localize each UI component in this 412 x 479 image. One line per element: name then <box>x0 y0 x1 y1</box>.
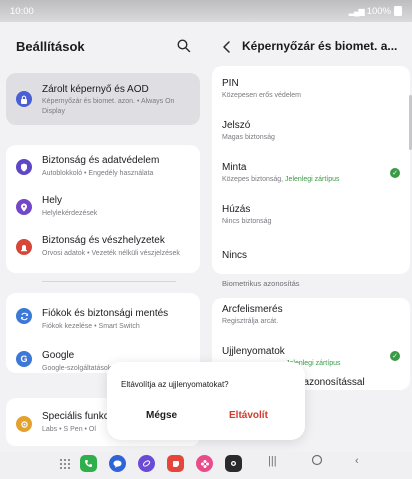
sidebar-item-safety[interactable]: Biztonság és vészhelyzetek Orvosi adatok… <box>6 225 200 271</box>
lock-icon <box>16 91 32 107</box>
shield-icon <box>16 159 32 175</box>
back-arrow-icon[interactable] <box>220 40 234 54</box>
lock-option-label: Nincs <box>222 250 248 261</box>
lock-option-label: PIN <box>222 78 239 89</box>
remove-fingerprints-dialog: Eltávolítja az ujjlenyomatokat? Mégse El… <box>107 362 305 440</box>
gallery-app-icon[interactable] <box>196 455 213 472</box>
lock-option-sub: Nincs biztonság <box>222 218 272 225</box>
divider <box>42 281 176 282</box>
sidebar-item-security[interactable]: Biztonság és adatvédelem Autoblokkoló • … <box>6 145 200 181</box>
navigation-bar: ||| ‹ <box>0 452 412 479</box>
lock-option-pin[interactable]: PIN Közepesen erős védelem <box>212 66 410 106</box>
lock-option-sub: Közepesen erős védelem <box>222 92 301 99</box>
sidebar-item-sub: Orvosi adatok • Vezeték nélküli vészjelz… <box>42 250 180 257</box>
sidebar-item-lockscreen[interactable]: Zárolt képernyő és AOD Képernyőzár és bi… <box>6 73 200 125</box>
sidebar-item-label: Fiókok és biztonsági mentés <box>42 308 169 319</box>
sidebar-item-sub: Helylekérdezések <box>42 210 98 217</box>
back-nav-icon[interactable]: ‹ <box>355 455 359 467</box>
lock-option-label: Minta <box>222 162 247 173</box>
sidebar-item-label: Google <box>42 350 75 361</box>
status-time: 10:00 <box>10 5 34 17</box>
phone-app-icon[interactable] <box>80 455 97 472</box>
page-title: Beállítások <box>16 39 85 54</box>
sidebar-item-sub: Fiókok kezelése • Smart Switch <box>42 323 140 330</box>
home-icon[interactable] <box>311 454 323 469</box>
status-icons: ▂▄▆ 100% <box>349 6 402 17</box>
detail-title: Képernyőzár és biomet. a... <box>242 39 398 53</box>
lock-option-swipe[interactable]: Húzás Nincs biztonság <box>212 188 410 230</box>
cancel-button[interactable]: Mégse <box>146 410 177 421</box>
messages-app-icon[interactable] <box>109 455 126 472</box>
camera-app-icon[interactable] <box>225 455 242 472</box>
settings-card-accounts: Fiókok és biztonsági mentés Fiókok kezel… <box>6 281 200 373</box>
biometric-option-label: Ujjlenyomatok <box>222 346 285 357</box>
sidebar-item-label: Hely <box>42 195 63 206</box>
sidebar-item-sub: Autoblokkoló • Engedély használata <box>42 170 154 177</box>
notes-app-icon[interactable] <box>167 455 184 472</box>
biometric-option-sub: Regisztrálja arcát. <box>222 318 279 325</box>
lock-option-none[interactable]: Nincs <box>212 230 410 274</box>
sidebar-item-accounts[interactable]: Fiókok és biztonsági mentés Fiókok kezel… <box>6 293 200 333</box>
apps-grid-icon[interactable] <box>56 455 73 472</box>
dialog-message: Eltávolítja az ujjlenyomatokat? <box>121 380 229 389</box>
current-lock-type-label: Jelenlegi zártípus <box>285 176 340 183</box>
checkmark-icon: ✓ <box>390 351 400 361</box>
lock-option-label: Húzás <box>222 204 251 215</box>
google-icon: G <box>16 351 32 367</box>
settings-card-lock: Zárolt képernyő és AOD Képernyőzár és bi… <box>6 73 200 125</box>
search-icon[interactable] <box>176 38 192 54</box>
lock-option-pattern[interactable]: Minta Közepes biztonság, Jelenlegi zártí… <box>212 146 410 188</box>
lock-type-card: PIN Közepesen erős védelem Jelszó Magas … <box>212 66 410 274</box>
emergency-icon <box>16 239 32 255</box>
lock-option-sub: Magas biztonság <box>222 134 275 141</box>
sidebar-item-label: Biztonság és vészhelyzetek <box>42 235 165 246</box>
section-label-biometrics: Biometrikus azonosítás <box>222 279 300 288</box>
internet-app-icon[interactable] <box>138 455 155 472</box>
remove-button[interactable]: Eltávolít <box>229 410 268 421</box>
sidebar-item-label: Biztonság és adatvédelem <box>42 155 160 166</box>
battery-icon <box>394 6 402 16</box>
sidebar-item-location[interactable]: Hely Helylekérdezések <box>6 185 200 221</box>
lock-option-sub: Közepes biztonság, Jelenlegi zártípus <box>222 176 340 183</box>
checkmark-icon: ✓ <box>390 168 400 178</box>
star-gear-icon <box>16 416 32 432</box>
status-bar: 10:00 ▂▄▆ 100% <box>0 0 412 22</box>
sidebar-item-label: Speciális funkc <box>42 411 109 422</box>
biometric-option-label: Arcfelismerés <box>222 304 283 315</box>
lock-option-label: Jelszó <box>222 120 251 131</box>
biometric-face-recognition[interactable]: Arcfelismerés Regisztrálja arcát. <box>212 298 410 338</box>
signal-icon: ▂▄▆ <box>348 6 365 16</box>
sync-icon <box>16 308 32 324</box>
settings-card-security: Biztonság és adatvédelem Autoblokkoló • … <box>6 145 200 273</box>
battery-percent: 100% <box>366 5 391 17</box>
location-pin-icon <box>16 199 32 215</box>
lock-option-sub-text: Közepes biztonság, <box>222 176 286 183</box>
recents-icon[interactable]: ||| <box>268 455 277 467</box>
sidebar-item-label: Zárolt képernyő és AOD <box>42 84 149 95</box>
biometric-option-label: . azonosítással <box>298 377 365 388</box>
sidebar-item-sub: Képernyőzár és biomet. azon. • Always On… <box>42 98 175 115</box>
lock-option-password[interactable]: Jelszó Magas biztonság <box>212 106 410 146</box>
